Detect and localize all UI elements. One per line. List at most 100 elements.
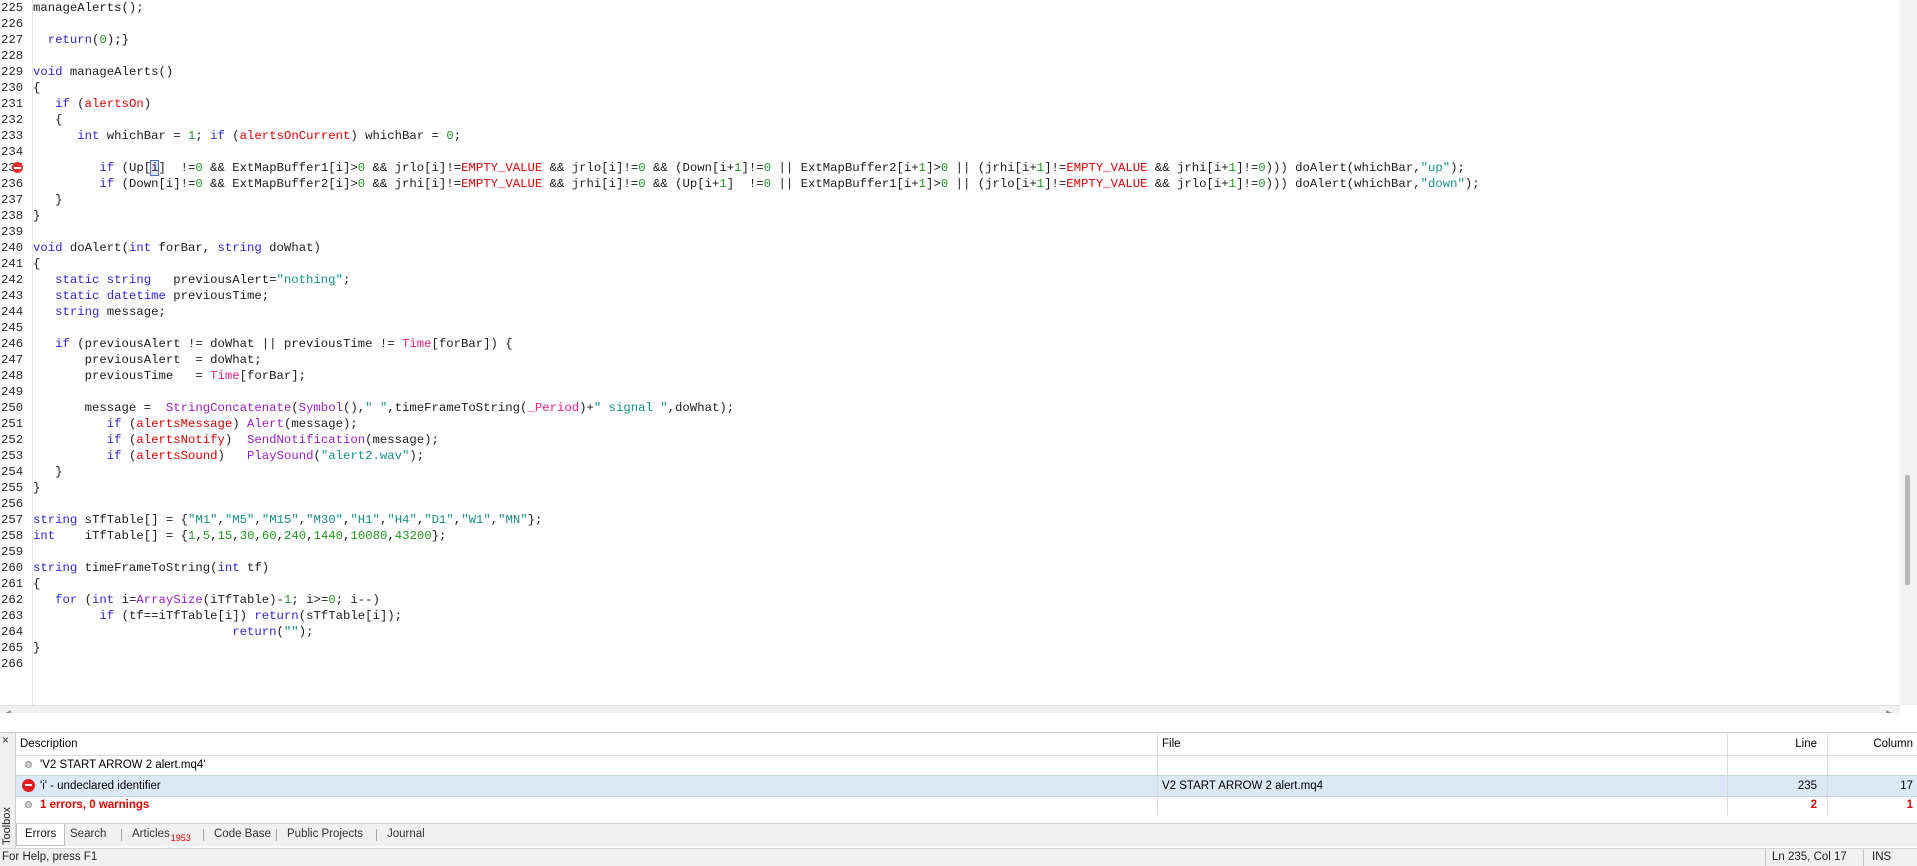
tab-code-base[interactable]: Code Base [206,824,279,845]
code-token: doAlert( [62,241,129,255]
column-header-column[interactable]: Column [1827,733,1917,755]
close-icon[interactable]: × [2,733,9,747]
code-token: }; [527,513,543,527]
code-line[interactable]: 244 string message; [0,304,1900,320]
code-token: }; [431,529,447,543]
column-header-file[interactable]: File [1157,733,1727,755]
code-token: alertsOnCurrent [239,129,351,143]
code-token: ( [69,97,85,111]
code-line[interactable]: 260 string timeFrameToString(int tf) [0,560,1900,576]
code-line[interactable]: 243 static datetime previousTime; [0,288,1900,304]
code-token: 0 [638,161,646,175]
line-number: 252 [1,433,24,447]
code-line[interactable]: 239 [0,224,1900,240]
row-column: 1 [1827,795,1917,815]
tab-separator [376,829,377,841]
line-number: 261 [1,577,24,591]
code-line[interactable]: 250 message = StringConcatenate(Symbol()… [0,400,1900,416]
code-line[interactable]: 247 previousAlert = doWhat; [0,352,1900,368]
code-line[interactable]: 229 void manageAlerts() [0,64,1900,80]
code-text: } [33,208,40,224]
code-line[interactable]: 230 { [0,80,1900,96]
row-line: 235 [1727,776,1827,796]
column-header-description[interactable]: Description [20,733,1155,755]
code-line[interactable]: 225 manageAlerts(); [0,0,1900,16]
code-line[interactable]: 265} [0,640,1900,656]
code-line[interactable]: 228 [0,48,1900,64]
code-line[interactable]: 234 [0,144,1900,160]
table-row[interactable]: 'V2 START ARROW 2 alert.mq4' [16,755,1917,775]
code-token: ))) doAlert(whichBar, [1265,177,1421,191]
code-editor[interactable]: 225 manageAlerts(); 226 227 return(0);} 228 2… [0,0,1917,713]
code-line[interactable]: 259 [0,544,1900,560]
code-line[interactable]: 233 int whichBar = 1; if (alertsOnCurren… [0,128,1900,144]
code-line[interactable]: 227 return(0);} [0,32,1900,48]
line-number: 226 [1,17,24,31]
code-line[interactable]: 262 for (int i=ArraySize(iTfTable)-1; i>… [0,592,1900,608]
code-line[interactable]: 248 previousTime = Time[forBar]; [0,368,1900,384]
code-token: ( [77,593,93,607]
error-marker-icon [12,162,23,173]
code-token: 1440 [313,529,344,543]
code-line[interactable]: 266 [0,656,1900,672]
code-line[interactable]: 245 [0,320,1900,336]
table-row-selected[interactable]: 'i' - undeclared identifier V2 START ARR… [16,775,1917,797]
code-token: 0 [638,177,646,191]
code-line[interactable]: 231 if (alertsOn) [0,96,1900,112]
tab-public-projects[interactable]: Public Projects [279,824,371,845]
code-line[interactable]: 253 if (alertsSound) PlaySound("alert2.w… [0,448,1900,464]
code-token: } [33,209,41,223]
code-line[interactable]: 255} [0,480,1900,496]
code-token: )+ [579,401,594,415]
code-line[interactable]: 263 if (tf==iTfTable[i]) return(sTfTable… [0,608,1900,624]
code-line[interactable]: 256 [0,496,1900,512]
code-line[interactable]: 235 if (Up[i] !=0 && ExtMapBuffer1[i]>0 … [0,160,1900,176]
line-number: 232 [1,113,24,127]
code-line[interactable]: 251 if (alertsMessage) Alert(message); [0,416,1900,432]
code-token: , [387,529,395,543]
code-line[interactable]: 252 if (alertsNotify) SendNotification(m… [0,432,1900,448]
code-token: iTfTable[] = { [55,529,188,543]
code-line[interactable]: 258 int iTfTable[] = {1,5,15,30,60,240,14… [0,528,1900,544]
code-line[interactable]: 236 if (Down[i]!=0 && ExtMapBuffer2[i]>0… [0,176,1900,192]
code-line[interactable]: 254 } [0,464,1900,480]
code-token: , [195,529,203,543]
line-number: 239 [1,225,24,239]
vertical-scrollbar-thumb[interactable] [1905,475,1910,585]
code-token: ; [195,129,211,143]
code-line[interactable]: 246 if (previousAlert != doWhat || previ… [0,336,1900,352]
table-row-summary[interactable]: 1 errors, 0 warnings 2 1 [16,795,1917,815]
code-line[interactable]: 241 { [0,256,1900,272]
code-line[interactable]: 240 void doAlert(int forBar, string doWha… [0,240,1900,256]
code-area[interactable]: 225 manageAlerts(); 226 227 return(0);} 228 2… [0,0,1900,705]
code-line[interactable]: 264 return(""); [0,624,1900,640]
tab-search[interactable]: Search [62,824,114,845]
tab-articles[interactable]: Articles1953 [124,824,199,845]
scroll-right-icon[interactable]: ▶ [1886,706,1893,713]
code-line[interactable]: 249 [0,384,1900,400]
code-line[interactable]: 242 static string previousAlert="nothing… [0,272,1900,288]
code-token: (message); [283,417,358,431]
code-line[interactable]: 238} [0,208,1900,224]
scroll-left-icon[interactable]: ◀ [4,706,11,713]
column-header-line[interactable]: Line [1727,733,1827,755]
code-line[interactable]: 257 string sTfTable[] = {"M1","M5","M15",… [0,512,1900,528]
horizontal-scrollbar[interactable]: ◀ ▶ [0,705,1900,713]
tab-errors[interactable]: Errors [16,824,66,846]
code-line[interactable]: 226 [0,16,1900,32]
code-token: } [33,193,63,207]
code-token: 10080 [350,529,388,543]
line-number: 230 [1,81,24,95]
vertical-scrollbar[interactable] [1900,0,1917,705]
code-token: 240 [284,529,307,543]
code-token: && jrlo[i]!= [365,161,462,175]
code-text: if (alertsOn) [33,96,151,112]
tab-journal[interactable]: Journal [379,824,433,845]
articles-count-badge: 1953 [170,833,191,843]
line-number: 251 [1,417,24,431]
code-line[interactable]: 237 } [0,192,1900,208]
code-line[interactable]: 261 { [0,576,1900,592]
code-line[interactable]: 232 { [0,112,1900,128]
row-column [1827,755,1917,775]
